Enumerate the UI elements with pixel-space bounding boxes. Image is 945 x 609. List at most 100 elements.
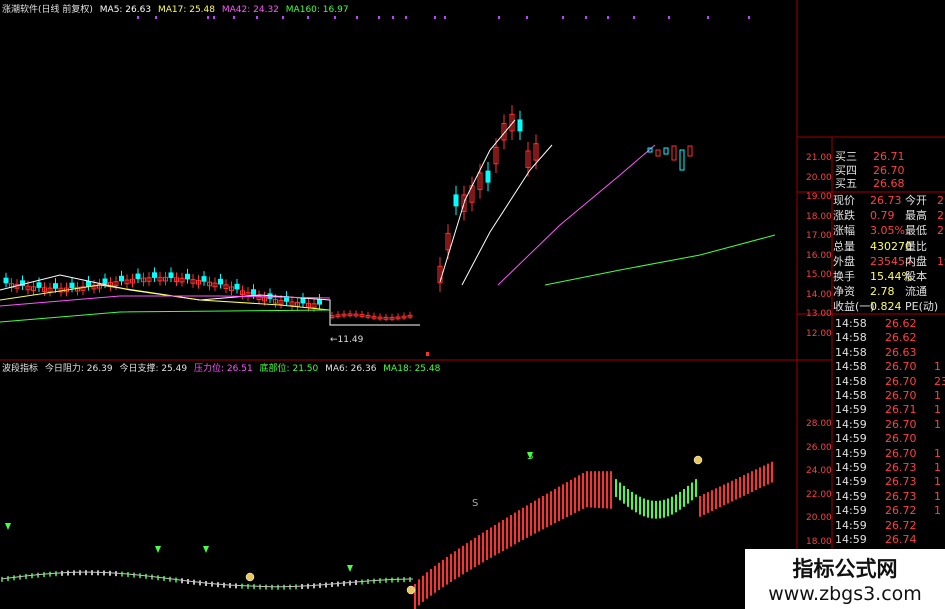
low-price-annotation: ←11.49 — [330, 335, 364, 345]
quote-label: 外盘 — [833, 254, 855, 268]
signal-s-mid: S — [472, 498, 479, 509]
signal-s-top: S — [527, 451, 534, 462]
candle-body — [317, 299, 322, 305]
buy-arrow-icon — [5, 523, 11, 530]
volume-marker — [426, 352, 429, 356]
top-marker — [356, 16, 358, 19]
quote-value: 0.79 — [870, 209, 895, 223]
tick-volume: 1 — [934, 475, 941, 489]
bottom-label: 底部位: — [259, 364, 290, 374]
order-book-price: 26.71 — [873, 150, 905, 163]
top-marker — [378, 16, 380, 19]
top-marker — [233, 16, 235, 19]
indicator-title: 波段指标 — [2, 364, 39, 374]
quote-value: 2.78 — [870, 285, 895, 299]
candle-body — [218, 278, 223, 285]
quote-value: 3.05% — [870, 224, 905, 238]
bottom-value: 21.50 — [292, 364, 319, 374]
tick-price: 26.70 — [885, 446, 917, 460]
candle-body — [185, 273, 190, 280]
tick-price: 26.70 — [885, 432, 917, 446]
buy-arrow-icon — [203, 546, 209, 553]
kline-chart[interactable] — [0, 0, 945, 609]
candle-body — [663, 147, 669, 155]
candle-body — [119, 275, 124, 282]
candle-body — [687, 145, 693, 157]
top-marker — [633, 16, 635, 19]
ma160-line — [0, 309, 331, 323]
quote-label-2: 量比 — [905, 239, 927, 253]
candle-body — [86, 280, 91, 287]
order-book-price: 26.68 — [873, 177, 905, 190]
candle-body — [517, 119, 523, 132]
candle-body — [102, 278, 108, 285]
tick-price: 26.70 — [885, 389, 917, 402]
order-book-label: 买五 — [835, 177, 857, 190]
tick-time: 14:59 — [835, 403, 867, 417]
quote-label: 涨幅 — [833, 224, 855, 238]
top-marker — [498, 16, 500, 19]
quote-label: 涨跌 — [833, 209, 855, 223]
candle-body — [671, 145, 677, 161]
candle-body — [152, 272, 157, 278]
candle-body — [135, 273, 141, 280]
tick-price: 26.73 — [885, 475, 917, 489]
quote-label: 总量 — [833, 239, 855, 253]
tick-price: 26.73 — [885, 461, 917, 474]
candle-body — [3, 277, 9, 284]
top-marker — [562, 16, 564, 19]
upper-scale-label: 12.00 — [806, 328, 832, 339]
wave-line — [1, 571, 414, 588]
quote-label-2: 流通 — [905, 285, 927, 299]
tick-volume: 1 — [934, 446, 941, 460]
upper-scale-label: 14.00 — [806, 289, 832, 300]
tick-price: 26.70 — [885, 360, 917, 374]
tick-price: 26.73 — [885, 489, 917, 503]
top-marker — [434, 16, 436, 19]
upper-scale-label: 17.00 — [806, 231, 832, 241]
tick-time: 14:58 — [835, 331, 867, 345]
order-book-price: 26.70 — [873, 163, 905, 177]
ma5-label: MA5: 26.63 — [99, 5, 152, 15]
top-marker — [707, 16, 709, 19]
coin-icon — [245, 572, 255, 582]
quote-value-2: 19 — [937, 254, 945, 268]
upper-scale-label: 18.00 — [806, 211, 832, 222]
tick-volume: 1 — [934, 417, 941, 431]
tick-time: 14:58 — [835, 345, 867, 359]
candle-body — [300, 297, 306, 304]
upper-scale-label: 13.00 — [806, 309, 832, 319]
tick-time: 14:58 — [835, 389, 867, 402]
candle-body — [655, 149, 661, 157]
candle-body — [36, 282, 42, 288]
top-marker — [213, 16, 215, 19]
top-marker — [155, 16, 157, 19]
watermark-title: 指标公式网 — [792, 557, 898, 581]
pressure-label: 压力位: — [193, 364, 225, 374]
buy-arrow-icon — [155, 546, 161, 553]
quote-label-2: 股本 — [905, 270, 927, 283]
top-marker — [668, 16, 670, 19]
quote-label-2: 最低 — [905, 224, 927, 238]
tick-volume: 1 — [934, 489, 941, 503]
top-marker — [444, 16, 446, 19]
tick-time: 14:59 — [835, 489, 867, 503]
tick-price: 26.72 — [885, 504, 917, 518]
quote-label-2: 最高 — [905, 209, 927, 223]
upper-scale-label: 16.00 — [806, 250, 832, 261]
lower-scale-label: 18.00 — [806, 536, 832, 547]
quote-value-2: 2 — [937, 209, 944, 223]
tick-price: 26.63 — [885, 345, 917, 359]
upper-scale-label: 21.00 — [806, 153, 832, 163]
top-marker — [137, 16, 139, 19]
tick-price: 26.62 — [885, 331, 917, 345]
tick-volume: 1 — [934, 461, 941, 474]
ma160-line-rally — [544, 234, 776, 286]
upper-scale-label: 20.00 — [806, 172, 832, 183]
top-marker — [256, 16, 258, 19]
candle-body — [168, 272, 174, 278]
tick-time: 14:59 — [835, 518, 867, 532]
quote-label-2: 内盘 — [905, 254, 927, 268]
upper-scale-label: 15.00 — [806, 270, 832, 280]
lower-scale-label: 28.00 — [806, 419, 832, 429]
